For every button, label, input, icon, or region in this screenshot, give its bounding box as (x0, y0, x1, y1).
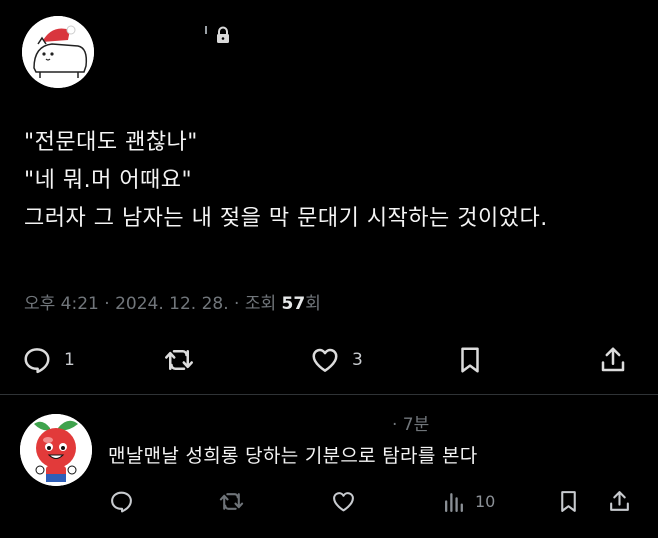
retweet-icon (219, 492, 244, 510)
reply-author-avatar[interactable] (20, 414, 92, 486)
reply-reply-button[interactable] (109, 484, 134, 518)
tweet-line: "전문대도 괜찮나" (24, 130, 198, 155)
divider (0, 394, 658, 395)
lock-icon (214, 26, 232, 44)
reply-count: 1 (64, 350, 75, 370)
tweet-actions: 1 3 (0, 338, 658, 382)
bookmark-icon (561, 490, 576, 512)
tweet-date[interactable]: 2024. 12. 28. (115, 294, 229, 314)
tweet-meta: 오후 4:21 · 2024. 12. 28. · 조회 57회 (24, 294, 321, 314)
username-fragment (205, 26, 207, 34)
views-count: 57 (281, 294, 306, 314)
share-icon (610, 490, 629, 511)
author-avatar[interactable] (22, 16, 94, 88)
views-suffix: 회 (305, 294, 321, 314)
like-icon (333, 491, 354, 511)
retweet-button[interactable] (164, 338, 194, 382)
views-icon (445, 492, 463, 512)
like-icon (312, 348, 338, 372)
reply-icon (111, 491, 132, 512)
tweet-line: 그러자 그 남자는 내 젖을 막 문대기 시작하는 것이었다. (24, 206, 548, 231)
like-count: 3 (352, 350, 363, 370)
tweet-text: "전문대도 괜찮나" "네 뭐.머 어때요" 그러자 그 남자는 내 젖을 막 … (24, 124, 644, 238)
share-icon (601, 347, 625, 372)
reply-bookmark-button[interactable] (556, 484, 581, 518)
reply-views-button[interactable]: 10 (442, 484, 495, 518)
reply-text: 맨날맨날 성희롱 당하는 기분으로 탐라를 본다 (108, 445, 478, 467)
reply-icon (24, 348, 50, 374)
tweet-time[interactable]: 오후 4:21 (24, 294, 99, 314)
reply-share-button[interactable] (607, 484, 632, 518)
reply-button[interactable]: 1 (22, 338, 75, 382)
bookmark-button[interactable] (455, 338, 485, 382)
reply-retweet-button[interactable] (219, 484, 244, 518)
retweet-icon (165, 350, 193, 370)
like-button[interactable]: 3 (310, 338, 363, 382)
reply-time[interactable]: · 7분 (392, 410, 429, 435)
reply-actions: 10 (0, 484, 658, 518)
share-button[interactable] (598, 338, 628, 382)
views-label: 조회 (244, 294, 277, 314)
bookmark-icon (461, 347, 479, 373)
reply-like-button[interactable] (331, 484, 356, 518)
reply-views-count: 10 (475, 491, 496, 511)
tweet-line: "네 뭐.머 어때요" (24, 168, 193, 193)
